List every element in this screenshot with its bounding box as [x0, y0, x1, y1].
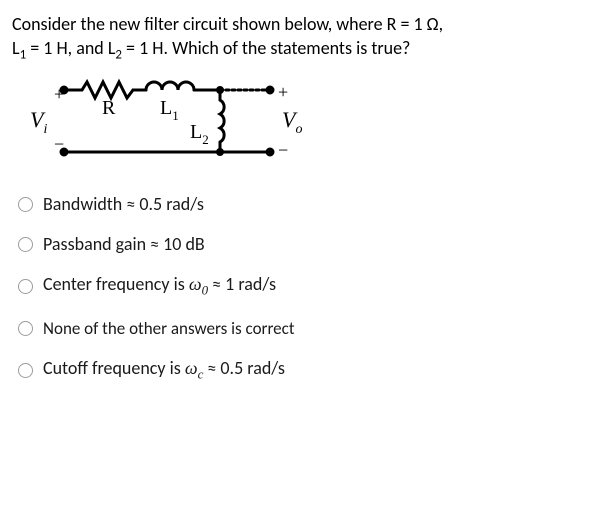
- option-passband[interactable]: Passband gain ≈ 10 dB: [12, 235, 587, 253]
- question-text: Consider the new filter circuit shown be…: [12, 12, 587, 64]
- options-group: Bandwidth ≈ 0.5 rad/s Passband gain ≈ 10…: [12, 195, 587, 381]
- q-mid: = 1 H, and L: [26, 37, 115, 59]
- radio-icon[interactable]: [18, 279, 33, 294]
- option-label: None of the other answers is correct: [43, 320, 295, 337]
- l2-label: L2: [190, 121, 209, 147]
- q-l1: L: [12, 37, 20, 59]
- vi-plus: +: [54, 84, 64, 104]
- question-line1: Consider the new filter circuit shown be…: [12, 13, 443, 35]
- radio-icon[interactable]: [18, 321, 33, 336]
- vo-plus: +: [278, 82, 288, 102]
- radio-icon[interactable]: [18, 197, 33, 212]
- r-label: R: [102, 97, 116, 119]
- option-label: Center frequency is ω0 ≈ 1 rad/s: [43, 275, 276, 298]
- radio-icon[interactable]: [18, 237, 33, 252]
- option-label: Bandwidth ≈ 0.5 rad/s: [43, 195, 204, 213]
- q-l2-sub: 2: [115, 48, 122, 63]
- option-bandwidth[interactable]: Bandwidth ≈ 0.5 rad/s: [12, 195, 587, 213]
- l1-label: L1: [160, 97, 179, 123]
- vo-label: Vo: [282, 107, 302, 137]
- circuit-svg: + Vi − R L1 L2 + Vo −: [20, 72, 310, 172]
- circuit-figure: + Vi − R L1 L2 + Vo −: [20, 72, 587, 177]
- option-label: Passband gain ≈ 10 dB: [43, 235, 205, 253]
- vi-minus: −: [54, 134, 64, 154]
- option-none[interactable]: None of the other answers is correct: [12, 320, 587, 337]
- vo-minus: −: [278, 140, 288, 160]
- option-label: Cutoff frequency is ωc ≈ 0.5 rad/s: [43, 359, 285, 382]
- q-end: = 1 H. Which of the statements is true?: [122, 37, 410, 59]
- option-center-freq[interactable]: Center frequency is ω0 ≈ 1 rad/s: [12, 275, 587, 298]
- option-cutoff[interactable]: Cutoff frequency is ωc ≈ 0.5 rad/s: [12, 359, 587, 382]
- radio-icon[interactable]: [18, 363, 33, 378]
- vi-label: Vi: [30, 107, 47, 137]
